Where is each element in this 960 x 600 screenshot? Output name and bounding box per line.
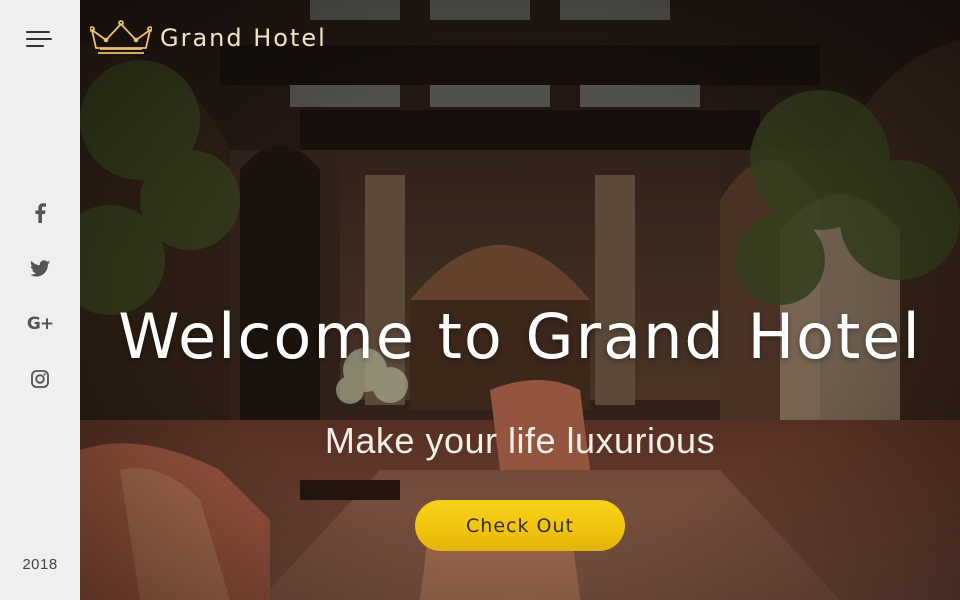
hero-subtitle: Make your life luxurious [324, 420, 716, 461]
hero-title: Welcome to Grand Hotel [118, 300, 922, 373]
instagram-icon[interactable] [0, 370, 80, 392]
check-out-button[interactable]: Check Out [415, 500, 625, 551]
facebook-icon[interactable] [0, 203, 80, 227]
brand-name: Grand Hotel [160, 24, 327, 52]
google-plus-icon[interactable]: G+ [0, 314, 80, 334]
crown-icon [90, 20, 152, 54]
copyright-year: 2018 [22, 556, 58, 573]
twitter-icon[interactable] [0, 260, 80, 281]
brand-logo[interactable]: Grand Hotel [90, 18, 327, 58]
google-plus-glyph: G+ [26, 314, 54, 334]
hamburger-menu-icon[interactable] [26, 28, 54, 52]
hero-section: Grand Hotel Welcome to Grand Hotel Make … [80, 0, 960, 600]
sidebar: G+ 2018 [0, 0, 80, 600]
